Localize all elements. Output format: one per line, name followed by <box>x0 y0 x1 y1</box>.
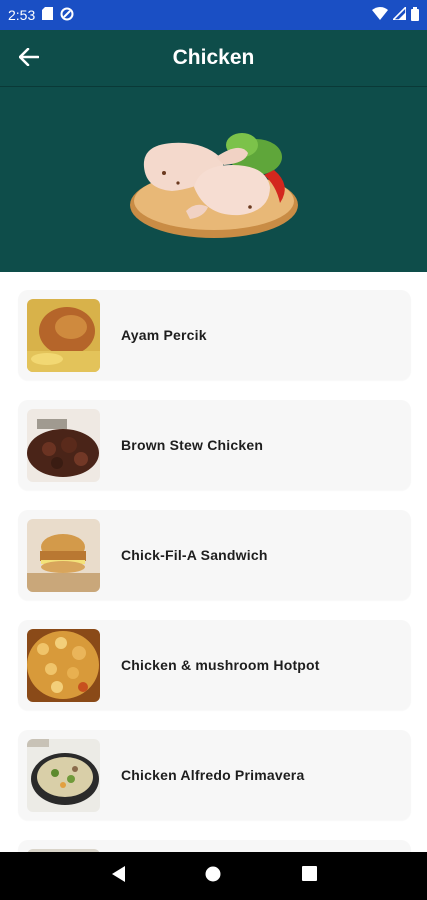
meal-name: Brown Stew Chicken <box>121 437 264 453</box>
chick-fil-a-sandwich-thumbnail <box>27 518 100 592</box>
list-item[interactable]: Ayam Percik <box>18 290 411 380</box>
signal-icon <box>391 5 407 23</box>
meal-name: Ayam Percik <box>121 327 207 343</box>
chicken-alfredo-primavera-thumbnail <box>27 738 100 812</box>
sd-card-icon <box>42 7 54 23</box>
nav-back-button[interactable] <box>103 861 133 891</box>
meal-list: Ayam Percik Brown Stew Chicken Chick-Fil… <box>0 272 427 852</box>
list-item[interactable]: Chicken Alfredo Primavera <box>18 730 411 820</box>
nav-home-button[interactable] <box>198 861 228 891</box>
app-bar: Chicken <box>0 30 427 87</box>
nav-recents-button[interactable] <box>294 861 324 891</box>
status-time: 2:53 <box>8 7 36 23</box>
arrow-back-icon <box>18 47 40 71</box>
home-circle-icon <box>205 866 221 887</box>
category-hero <box>0 87 427 272</box>
page-title: Chicken <box>172 46 255 69</box>
list-item[interactable] <box>18 840 411 852</box>
list-item[interactable]: Brown Stew Chicken <box>18 400 411 490</box>
back-button[interactable] <box>14 44 44 74</box>
system-nav-bar <box>0 852 427 900</box>
recents-square-icon <box>301 866 317 886</box>
chicken-category-image <box>129 132 298 238</box>
battery-icon <box>411 6 419 24</box>
meal-name: Chicken & mushroom Hotpot <box>121 657 320 673</box>
brown-stew-chicken-thumbnail <box>27 408 100 482</box>
wifi-icon <box>372 7 388 23</box>
meal-name: Chicken Alfredo Primavera <box>121 767 305 783</box>
status-bar: 2:53 <box>0 0 427 30</box>
ayam-percik-thumbnail <box>27 298 100 372</box>
list-item[interactable]: Chicken & mushroom Hotpot <box>18 620 411 710</box>
back-triangle-icon <box>110 865 126 888</box>
meal-name: Chick-Fil-A Sandwich <box>121 547 268 563</box>
data-saver-icon <box>60 7 74 24</box>
list-item[interactable]: Chick-Fil-A Sandwich <box>18 510 411 600</box>
chicken-mushroom-hotpot-thumbnail <box>27 628 100 702</box>
